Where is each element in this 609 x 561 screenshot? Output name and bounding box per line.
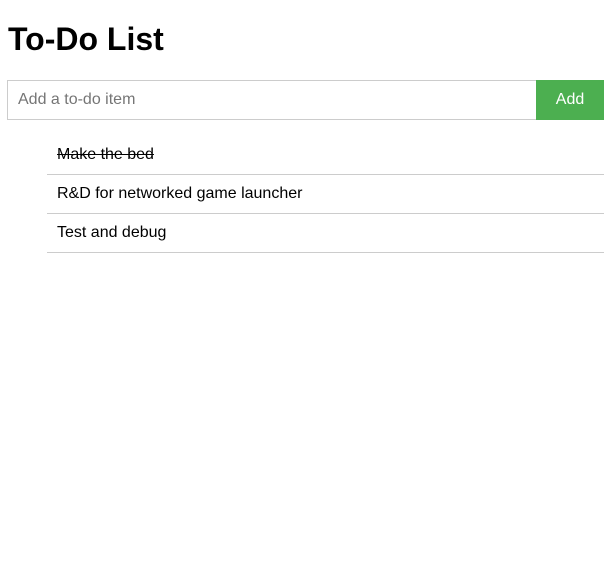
add-todo-form: Add [7,80,604,120]
todo-list: Make the bed R&D for networked game laun… [47,136,604,253]
todo-input[interactable] [7,80,536,120]
add-button[interactable]: Add [536,80,604,120]
todo-item-rd-game-launcher[interactable]: R&D for networked game launcher [47,175,604,214]
todo-item-test-and-debug[interactable]: Test and debug [47,214,604,253]
todo-item-make-the-bed[interactable]: Make the bed [47,136,604,175]
page-title: To-Do List [8,21,164,57]
